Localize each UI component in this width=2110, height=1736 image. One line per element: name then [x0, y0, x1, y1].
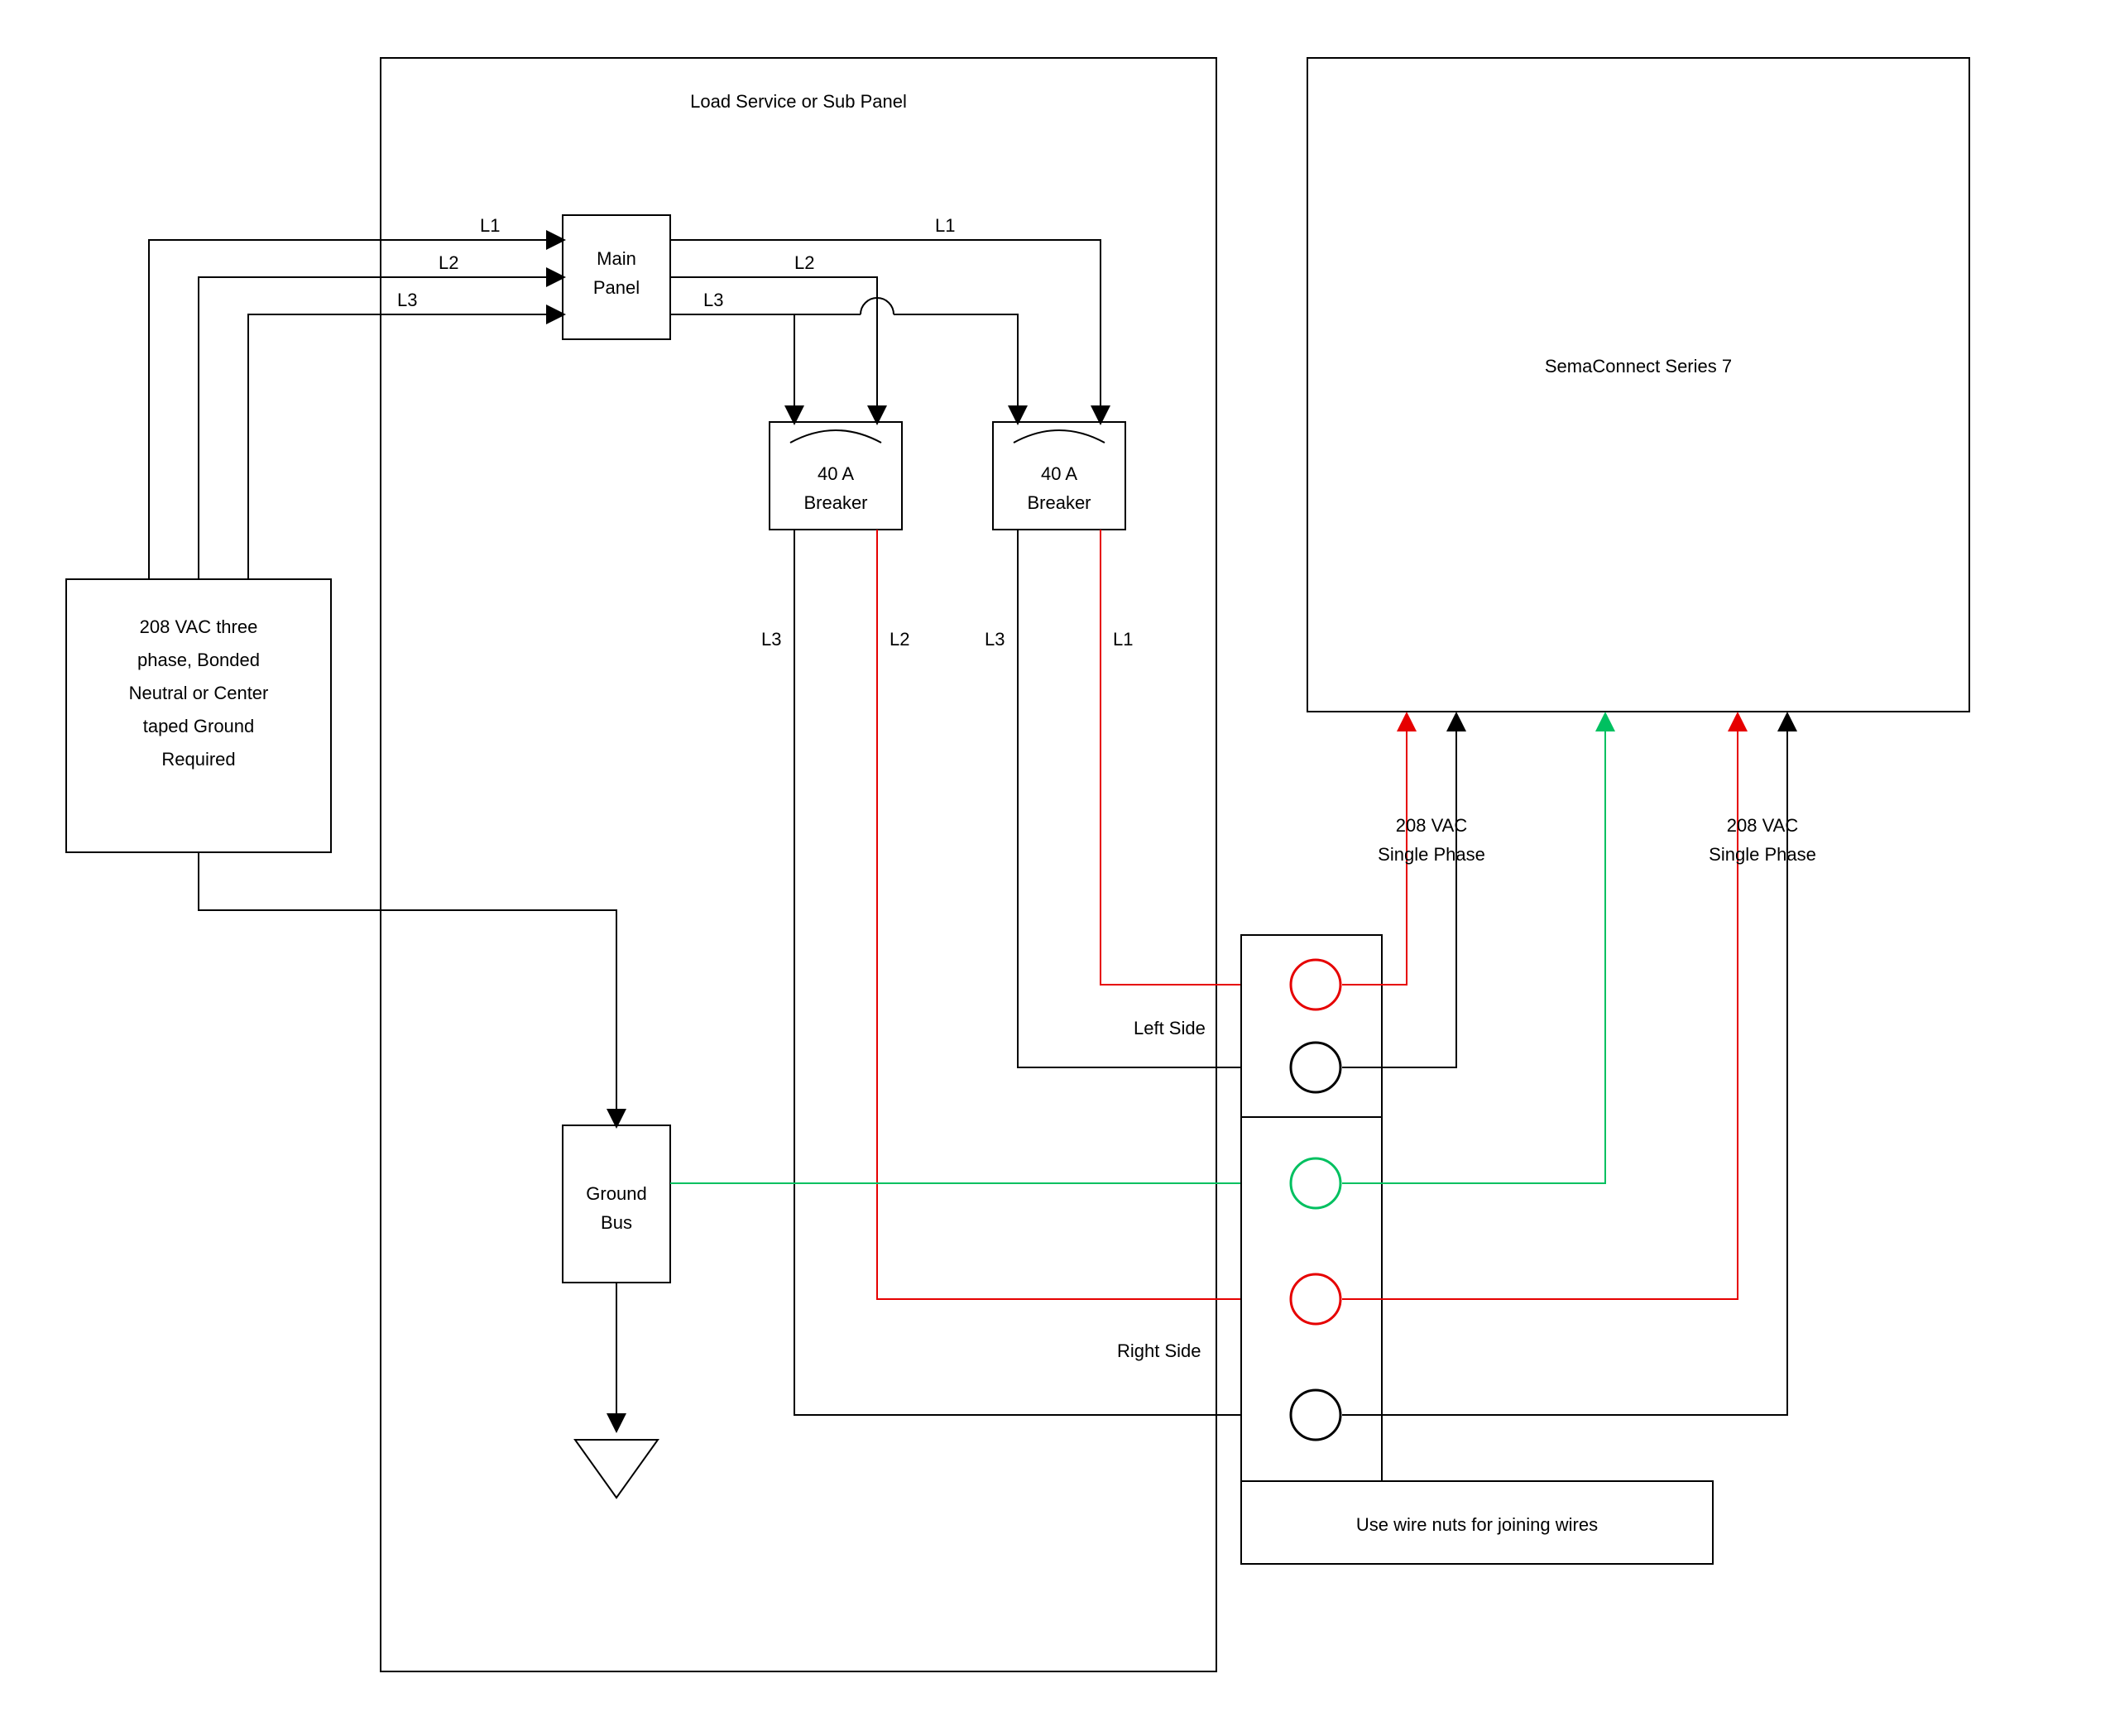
main-panel-l2: Panel	[593, 277, 640, 298]
node-L2-red	[1291, 1274, 1340, 1324]
lbl-L1-mp: L1	[935, 215, 955, 236]
right-side-label: Right Side	[1117, 1340, 1201, 1361]
sema-label: SemaConnect Series 7	[1545, 356, 1732, 376]
sub-panel-box	[381, 58, 1216, 1671]
wiring-diagram: Load Service or Sub Panel SemaConnect Se…	[0, 0, 2110, 1736]
breaker2-l2: Breaker	[1027, 492, 1091, 513]
source-line5: Required	[161, 749, 235, 770]
lbl-b1-L3: L3	[761, 629, 781, 650]
lbl-b2-L1: L1	[1113, 629, 1133, 650]
lbl-L2-in: L2	[439, 252, 458, 273]
node-ground	[1291, 1158, 1340, 1208]
breaker1-l2: Breaker	[803, 492, 867, 513]
out-L2-red	[1342, 722, 1738, 1299]
lbl-b1-L2: L2	[890, 629, 909, 650]
lbl-L1-in: L1	[480, 215, 500, 236]
source-line2: phase, Bonded	[137, 650, 260, 670]
wire-nuts-label: Use wire nuts for joining wires	[1356, 1514, 1598, 1535]
left-side-label: Left Side	[1134, 1018, 1206, 1038]
ground-bus-l2: Bus	[601, 1212, 632, 1233]
ground-bus-box	[563, 1125, 670, 1283]
source-line1: 208 VAC three	[140, 616, 258, 637]
sub-panel-title: Load Service or Sub Panel	[690, 91, 907, 112]
main-panel-l1: Main	[597, 248, 636, 269]
breaker1-l1: 40 A	[818, 463, 854, 484]
lbl-L3-mp: L3	[703, 290, 723, 310]
phase-left-l1: 208 VAC	[1396, 815, 1468, 836]
node-L3-top	[1291, 1043, 1340, 1092]
node-L1-red	[1291, 960, 1340, 1009]
source-line3: Neutral or Center	[129, 683, 269, 703]
lbl-L2-mp: L2	[794, 252, 814, 273]
source-line4: taped Ground	[143, 716, 255, 736]
lbl-L3-in: L3	[397, 290, 417, 310]
phase-right-l2: Single Phase	[1709, 844, 1816, 865]
lbl-b2-L3: L3	[985, 629, 1005, 650]
phase-right-l1: 208 VAC	[1727, 815, 1799, 836]
node-L3-bot	[1291, 1390, 1340, 1440]
phase-left-l2: Single Phase	[1378, 844, 1485, 865]
ground-bus-l1: Ground	[586, 1183, 646, 1204]
breaker2-l1: 40 A	[1041, 463, 1077, 484]
sema-box	[1307, 58, 1969, 712]
